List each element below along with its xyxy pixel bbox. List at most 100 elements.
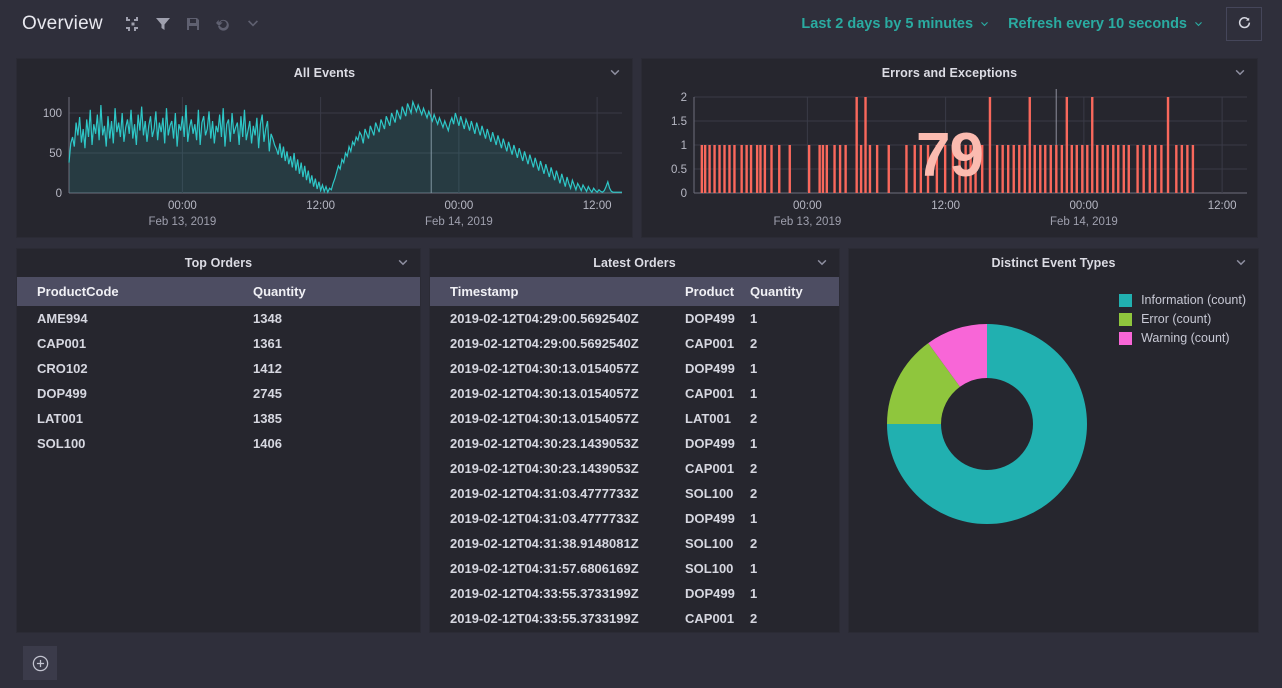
cell-quantity: 2 (750, 536, 758, 551)
chevron-down-icon[interactable] (245, 16, 261, 32)
column-header-quantity[interactable]: Quantity (750, 277, 839, 306)
table-header-row: ProductCode Quantity (17, 277, 420, 306)
legend-color-swatch (1119, 293, 1133, 307)
table-row[interactable]: CAP001 1361 (17, 331, 420, 356)
cell-quantity: 2745 (253, 386, 282, 401)
table-row[interactable]: 2019-02-12T04:29:00.5692540Z CAP001 2 (430, 331, 839, 356)
svg-text:12:00: 12:00 (931, 200, 960, 212)
cell-product: CAP001 (685, 461, 735, 476)
cell-product: CAP001 (685, 336, 735, 351)
legend-color-swatch (1119, 331, 1133, 345)
svg-text:0.5: 0.5 (671, 164, 687, 176)
cell-product: CRO102 (685, 631, 750, 633)
cell-productcode: LAT001 (37, 411, 83, 426)
cell-timestamp: 2019-02-12T04:29:00.5692540Z (450, 336, 639, 351)
latest-orders-table-wrap[interactable]: Timestamp Product Quantity 2019-02-12T04… (430, 277, 839, 633)
cell-timestamp: 2019-02-12T04:31:38.9148081Z (450, 536, 639, 551)
toolbar-icon-group (125, 16, 261, 32)
panel-errors-and-exceptions: Errors and Exceptions 0 0.5 1 1.5 2 00:00 Feb … (641, 58, 1258, 238)
legend-item[interactable]: Error (count) (1119, 312, 1246, 326)
svg-text:100: 100 (43, 108, 62, 120)
latest-orders-table: Timestamp Product Quantity 2019-02-12T04… (430, 277, 839, 633)
save-icon[interactable] (185, 16, 201, 32)
collapse-rows-icon[interactable] (125, 16, 141, 32)
cell-quantity: 2 (750, 461, 758, 476)
latest-orders-rows: 2019-02-12T04:29:00.5692540Z DOP499 1 2019-… (430, 306, 839, 633)
table-row[interactable]: 2019-02-12T04:31:03.4777733Z SOL100 2 (430, 481, 839, 506)
cell-quantity: 1385 (253, 411, 282, 426)
errors-chart[interactable]: 0 0.5 1 1.5 2 00:00 Feb 13, 2019 12:00 00:00 Feb … (642, 87, 1257, 239)
panel-row-2: Top Orders ProductCode Quantity AME994 13… (0, 248, 1282, 633)
panel-row-1: All Events 0 50 100 00:00 Feb 13, 2019 12:00 0… (0, 58, 1282, 238)
table-row[interactable]: 2019-02-12T04:31:03.4777733Z DOP499 1 (430, 506, 839, 531)
donut-chart[interactable] (887, 324, 1087, 524)
table-row[interactable]: 2019-02-12T04:30:23.1439053Z DOP499 1 (430, 431, 839, 456)
cell-product: SOL100 (685, 486, 734, 501)
svg-text:12:00: 12:00 (583, 200, 612, 212)
cell-product: DOP499 (685, 436, 735, 451)
chevron-down-icon[interactable] (608, 66, 622, 80)
cell-product: CAP001 (685, 611, 735, 626)
chevron-down-icon[interactable] (1233, 66, 1247, 80)
cell-productcode: SOL100 (37, 436, 86, 451)
legend-item[interactable]: Information (count) (1119, 293, 1246, 307)
top-orders-table: ProductCode Quantity AME994 1348 CAP001 136… (17, 277, 420, 456)
refresh-button[interactable] (1226, 7, 1262, 41)
table-row[interactable]: 2019-02-12T04:29:00.5692540Z DOP499 1 (430, 306, 839, 331)
add-panel-button[interactable] (23, 646, 57, 680)
cell-product: SOL100 (685, 536, 734, 551)
table-row[interactable]: CRO102 1412 (17, 356, 420, 381)
legend-item[interactable]: Warning (count) (1119, 331, 1246, 345)
cell-timestamp: 2019-02-12T04:31:03.4777733Z (450, 511, 639, 526)
cell-timestamp: 2019-02-12T04:31:57.6806169Z (450, 561, 639, 576)
chevron-down-icon[interactable] (396, 256, 410, 270)
legend-label: Warning (count) (1141, 331, 1230, 345)
table-row[interactable]: 2019-02-12T04:30:13.0154057Z CAP001 1 (430, 381, 839, 406)
table-row[interactable]: 2019-02-12T04:31:57.6806169Z SOL100 1 (430, 556, 839, 581)
column-header-quantity[interactable]: Quantity (253, 277, 420, 306)
page-title: Overview (22, 13, 103, 34)
column-header-product[interactable]: Product (685, 277, 750, 306)
svg-text:2: 2 (681, 92, 687, 104)
column-header-timestamp[interactable]: Timestamp (430, 277, 685, 306)
cell-quantity: 1 (750, 561, 758, 576)
cell-quantity: 1 (750, 586, 758, 601)
time-range-picker[interactable]: Last 2 days by 5 minutes (801, 16, 990, 32)
table-row[interactable]: 2019-02-12T04:33:55.3733199Z DOP499 1 (430, 581, 839, 606)
refresh-icon (1238, 16, 1250, 28)
panel-distinct-event-types: Distinct Event Types Information (count)… (848, 248, 1259, 633)
cell-quantity: 1348 (253, 311, 282, 326)
cell-timestamp: 2019-02-12T04:33:55.3733199Z (450, 611, 639, 626)
add-circle-icon (32, 655, 48, 671)
refresh-interval-picker[interactable]: Refresh every 10 seconds (1008, 16, 1204, 32)
column-header-productcode[interactable]: ProductCode (17, 277, 253, 306)
svg-text:Feb 14, 2019: Feb 14, 2019 (425, 216, 493, 228)
legend-color-swatch (1119, 312, 1133, 326)
chevron-down-icon[interactable] (1234, 256, 1248, 270)
top-orders-table-wrap: ProductCode Quantity AME994 1348 CAP001 136… (17, 277, 420, 632)
table-row[interactable]: 2019-02-12T04:30:23.1439053Z CAP001 2 (430, 456, 839, 481)
table-row[interactable]: LAT001 1385 (17, 406, 420, 431)
chevron-down-icon[interactable] (815, 256, 829, 270)
table-row[interactable]: DOP499 2745 (17, 381, 420, 406)
table-row[interactable]: 2019-02-12T04:30:13.0154057Z DOP499 1 (430, 356, 839, 381)
cell-quantity: 2 (750, 336, 758, 351)
table-row[interactable]: 2019-02-12T04:33:55.3733199ZCRO1021 (430, 631, 839, 633)
table-row[interactable]: SOL100 1406 (17, 431, 420, 456)
cell-productcode: CRO102 (37, 361, 88, 376)
table-row[interactable]: 2019-02-12T04:31:38.9148081Z SOL100 2 (430, 531, 839, 556)
cell-productcode: DOP499 (37, 386, 87, 401)
cell-product: DOP499 (685, 311, 735, 326)
filter-icon[interactable] (155, 16, 171, 32)
svg-text:1.5: 1.5 (671, 116, 687, 128)
all-events-chart[interactable]: 0 50 100 00:00 Feb 13, 2019 12:00 00:00 Feb 14,… (17, 87, 632, 239)
svg-text:12:00: 12:00 (306, 200, 335, 212)
cell-timestamp: 2019-02-12T04:30:13.0154057Z (450, 361, 639, 376)
cell-quantity: 1361 (253, 336, 282, 351)
cell-quantity: 2 (750, 411, 758, 426)
table-row[interactable]: AME994 1348 (17, 306, 420, 331)
table-row[interactable]: 2019-02-12T04:30:13.0154057Z LAT001 2 (430, 406, 839, 431)
revert-icon[interactable] (215, 16, 231, 32)
toolbar-right-controls: Last 2 days by 5 minutes Refresh every 1… (801, 7, 1262, 41)
table-row[interactable]: 2019-02-12T04:33:55.3733199Z CAP001 2 (430, 606, 839, 631)
